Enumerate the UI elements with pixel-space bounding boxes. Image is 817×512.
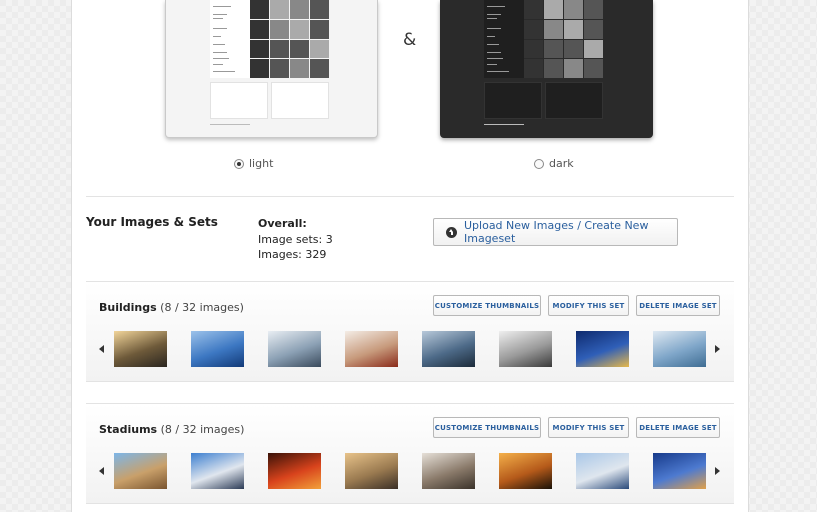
thumbnail-stadium-silhouette-sunset[interactable] <box>499 453 552 489</box>
light-theme-preview[interactable] <box>165 0 378 138</box>
dark-preview-sidebar <box>484 0 524 78</box>
light-preview-box-left <box>210 82 268 119</box>
upload-new-images-button[interactable]: Upload New Images / Create New Imageset <box>433 218 678 246</box>
overall-label: Overall: <box>258 217 307 230</box>
thumbnail-birds-nest-stadium[interactable] <box>422 453 475 489</box>
light-preview-photo-grid <box>250 0 329 78</box>
dark-theme-preview[interactable] <box>440 0 653 138</box>
carousel-left-arrow-icon[interactable] <box>99 467 104 475</box>
thumbnail-stadium-red-lights[interactable] <box>268 453 321 489</box>
carousel-left-arrow-icon[interactable] <box>99 345 104 353</box>
delete-set-button[interactable]: DELETE IMAGE SET <box>636 417 720 438</box>
dark-preview-photo-grid <box>524 0 603 78</box>
thumbnail-office-interior[interactable] <box>653 331 706 367</box>
thumbnail-city-skyline-water[interactable] <box>268 331 321 367</box>
light-preview-footer <box>210 124 250 125</box>
page-container: & light dark Your Images & Sets Overall:… <box>71 0 749 512</box>
dark-preview-footer <box>484 124 524 125</box>
dark-preview-box-left <box>484 82 542 119</box>
imageset-count: (8 / 32 images) <box>160 301 244 314</box>
light-preview-sidebar <box>210 0 250 78</box>
dark-theme-radio[interactable] <box>534 158 544 169</box>
light-theme-radio[interactable] <box>234 158 244 169</box>
modify-set-button[interactable]: MODIFY THIS SET <box>548 295 629 316</box>
dark-theme-label: dark <box>549 157 574 170</box>
thumbnail-glass-tower-sky[interactable] <box>191 331 244 367</box>
upload-button-label: Upload New Images / Create New Imageset <box>464 219 649 245</box>
images-count: Images: 329 <box>258 248 327 261</box>
imageset-title: Buildings (8 / 32 images) <box>99 301 244 314</box>
theme-separator: & <box>403 30 417 50</box>
thumbnail-olympic-stadium[interactable] <box>191 453 244 489</box>
light-theme-label: light <box>249 157 274 170</box>
imageset-title: Stadiums (8 / 32 images) <box>99 423 244 436</box>
imageset-stadiums: Stadiums (8 / 32 images) CUSTOMIZE THUMB… <box>86 403 734 504</box>
image-sets-count: Image sets: 3 <box>258 232 333 246</box>
thumbnail-stadium-dome[interactable] <box>576 453 629 489</box>
customize-thumbnails-button[interactable]: CUSTOMIZE THUMBNAILS <box>433 295 541 316</box>
divider <box>86 196 734 197</box>
imageset-name: Stadiums <box>99 423 158 436</box>
thumbnail-glass-facade[interactable] <box>422 331 475 367</box>
images-sets-title: Your Images & Sets <box>86 215 218 229</box>
light-theme-option[interactable]: light <box>234 157 273 170</box>
dark-preview-box-right <box>545 82 603 119</box>
thumbnail-colosseum-night[interactable] <box>653 453 706 489</box>
imageset-buildings: Buildings (8 / 32 images) CUSTOMIZE THUM… <box>86 281 734 382</box>
imageset-count: (8 / 32 images) <box>160 423 245 436</box>
thumbnail-city-stadium-dusk[interactable] <box>345 453 398 489</box>
thumbnail-skyscraper-sunburst[interactable] <box>114 331 167 367</box>
delete-set-button[interactable]: DELETE IMAGE SET <box>636 295 720 316</box>
upload-arrow-icon <box>446 226 457 238</box>
thumbnail-tower-bridge-night[interactable] <box>576 331 629 367</box>
overall-stats: Overall: Image sets: 3 Images: 329 <box>258 216 333 263</box>
imageset-name: Buildings <box>99 301 157 314</box>
light-preview-box-right <box>271 82 329 119</box>
modify-set-button[interactable]: MODIFY THIS SET <box>548 417 629 438</box>
thumbnail-modern-interior[interactable] <box>345 331 398 367</box>
carousel-right-arrow-icon[interactable] <box>715 345 720 353</box>
carousel-right-arrow-icon[interactable] <box>715 467 720 475</box>
thumbnail-conference-room[interactable] <box>499 331 552 367</box>
customize-thumbnails-button[interactable]: CUSTOMIZE THUMBNAILS <box>433 417 541 438</box>
dark-theme-option[interactable]: dark <box>534 157 574 170</box>
thumbnail-colosseum-ruins[interactable] <box>114 453 167 489</box>
